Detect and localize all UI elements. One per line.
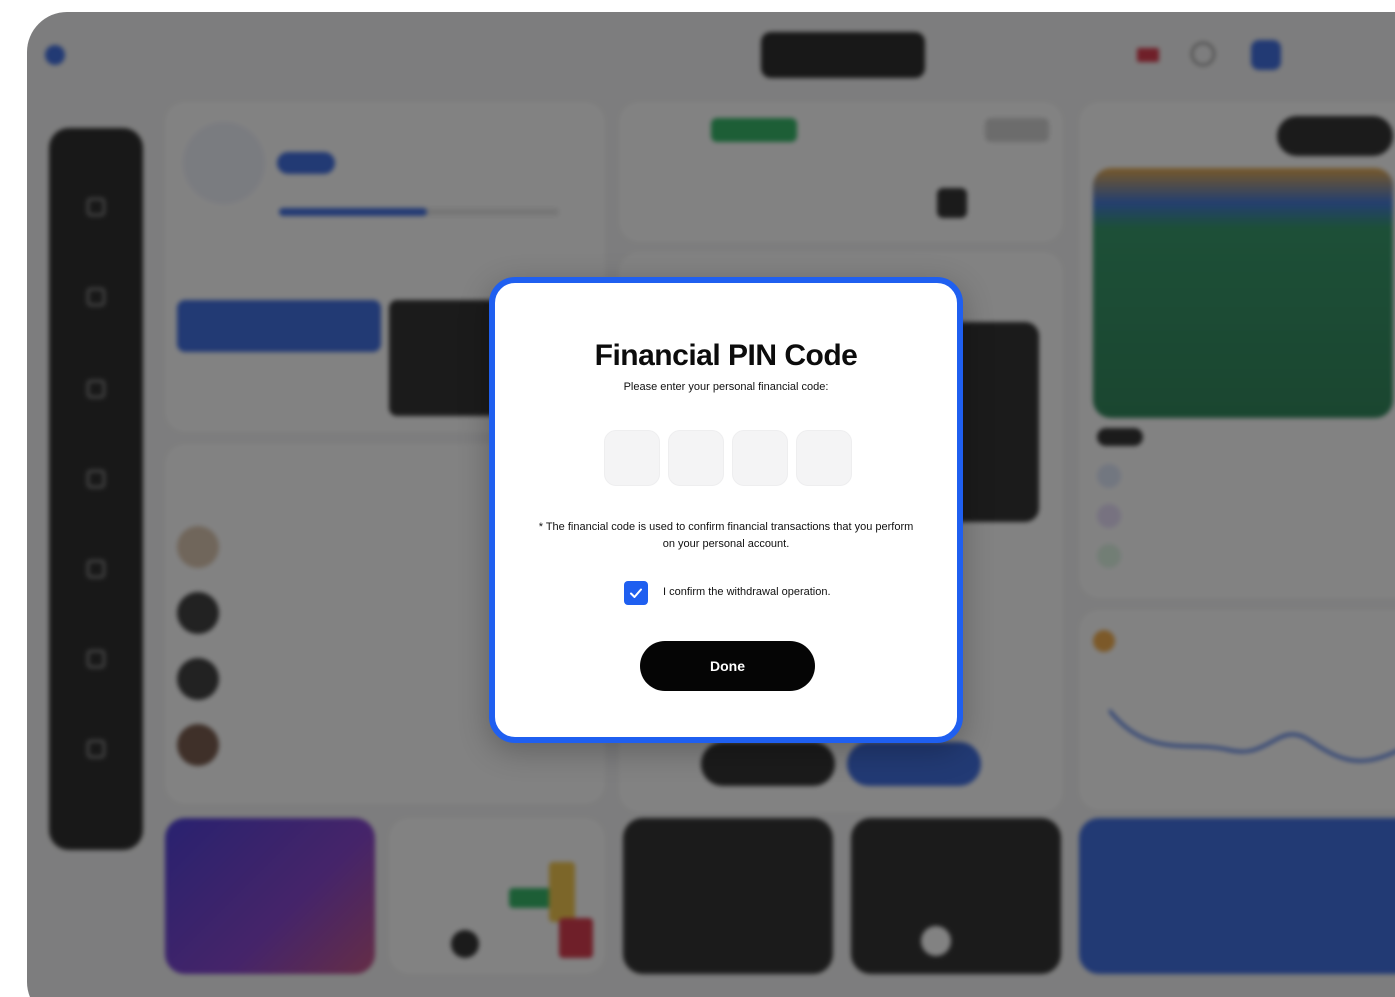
pin-digit-1[interactable]: [604, 430, 660, 486]
pin-input-group: [604, 430, 852, 486]
confirm-withdrawal-checkbox[interactable]: [624, 581, 648, 605]
confirm-withdrawal-label[interactable]: I confirm the withdrawal operation.: [663, 586, 831, 598]
pin-digit-3[interactable]: [732, 430, 788, 486]
pin-digit-4[interactable]: [796, 430, 852, 486]
done-button[interactable]: Done: [640, 641, 815, 691]
check-icon: [630, 588, 642, 598]
financial-pin-modal: Financial PIN Code Please enter your per…: [489, 277, 963, 743]
modal-subtitle: Please enter your personal financial cod…: [623, 381, 829, 393]
modal-title: Financial PIN Code: [594, 339, 858, 372]
pin-digit-2[interactable]: [668, 430, 724, 486]
pin-explanation-note: * The financial code is used to confirm …: [538, 521, 914, 550]
